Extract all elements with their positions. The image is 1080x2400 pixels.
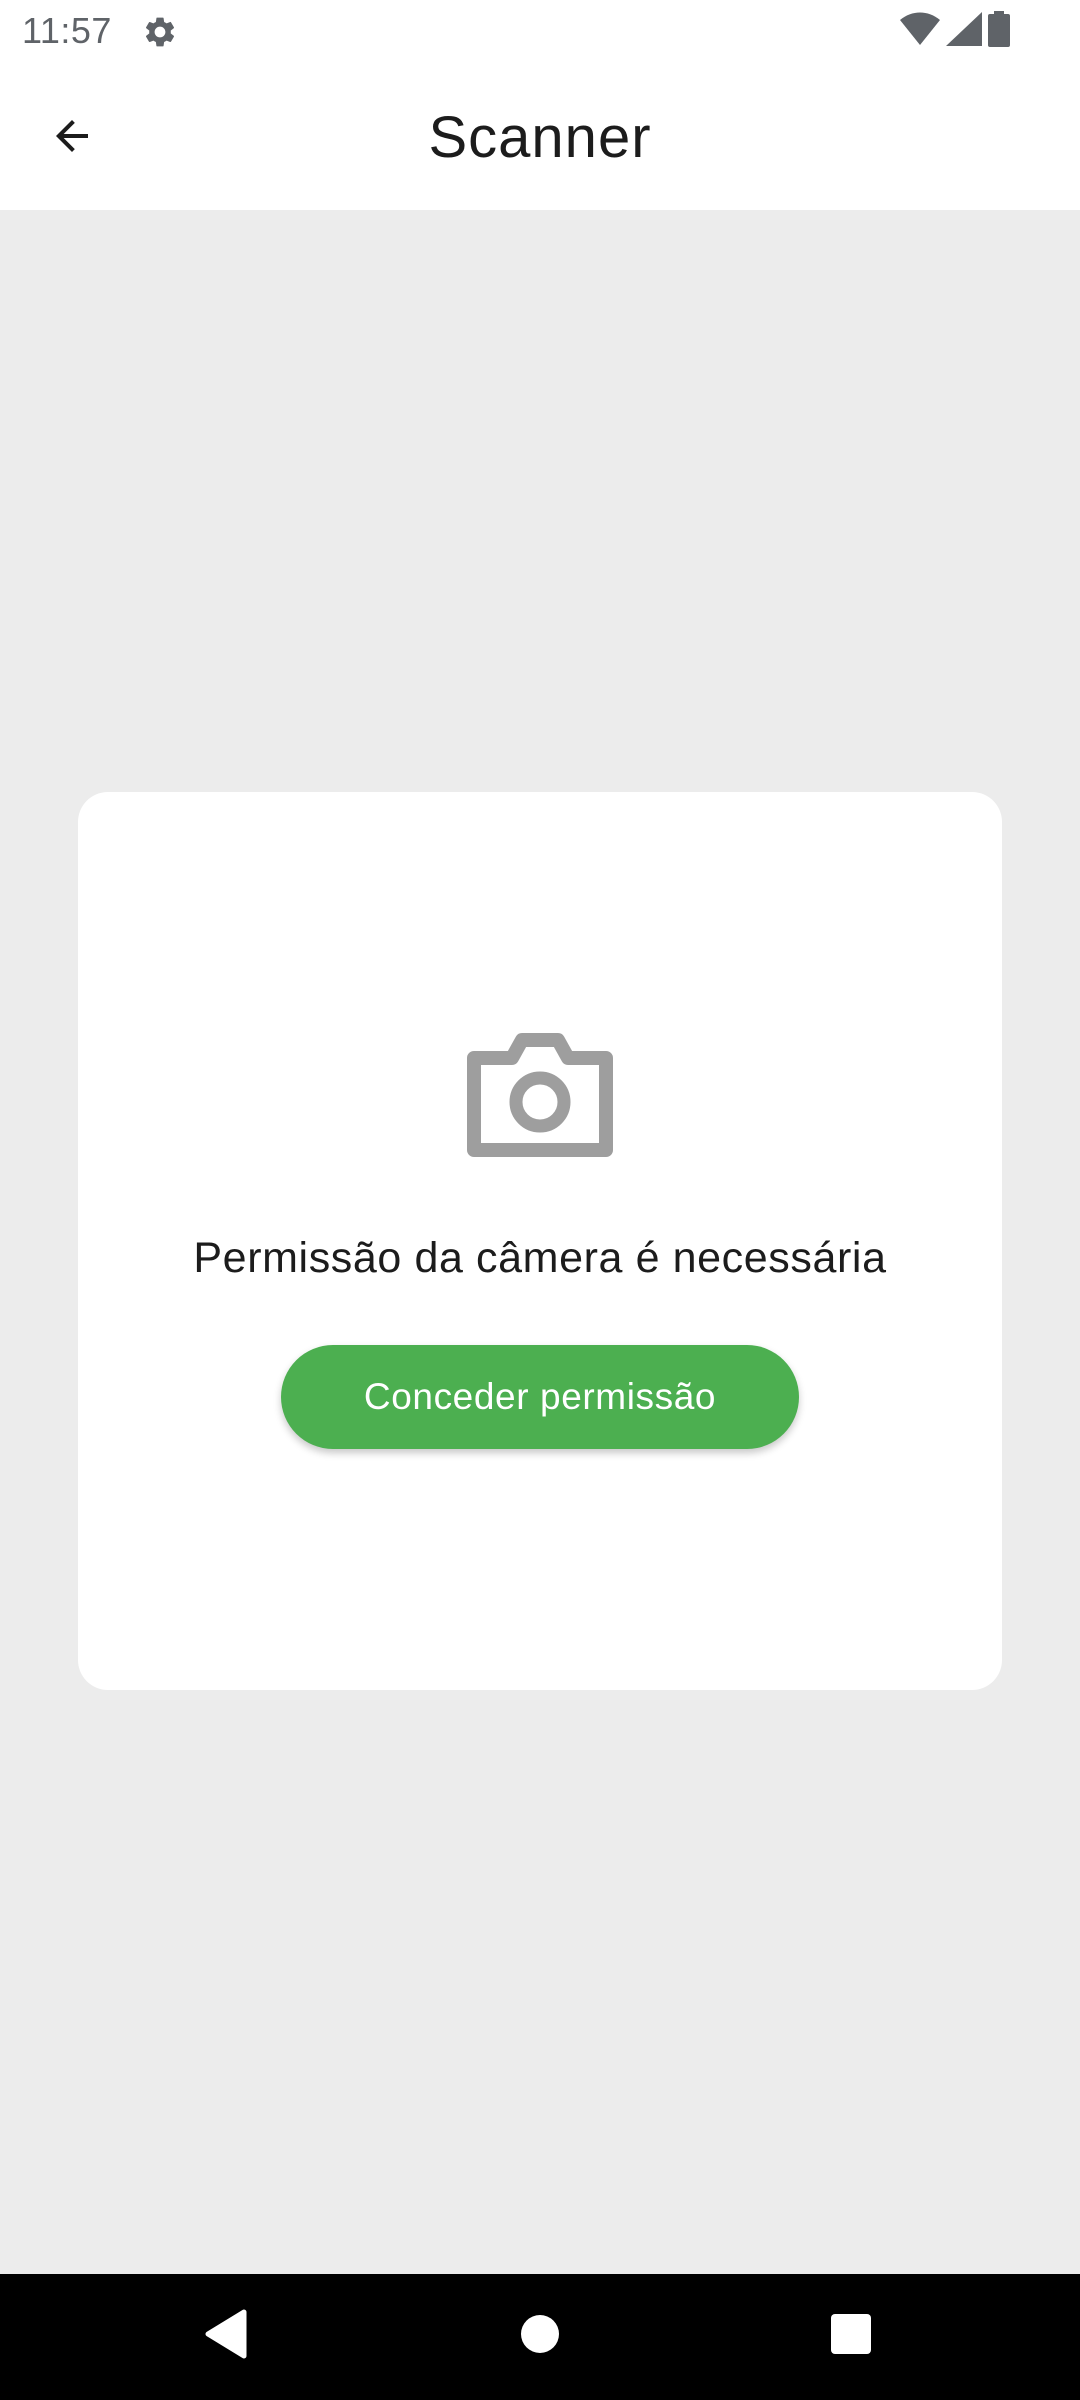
settings-icon <box>142 14 178 50</box>
app-bar: Scanner <box>0 62 1080 210</box>
grant-permission-button[interactable]: Conceder permissão <box>281 1345 799 1449</box>
wifi-icon <box>900 12 940 51</box>
back-triangle-icon <box>204 2309 248 2364</box>
nav-home-button[interactable] <box>504 2300 576 2372</box>
home-circle-icon <box>520 2314 560 2359</box>
nav-back-button[interactable] <box>190 2300 262 2372</box>
system-nav-bar <box>0 2274 1080 2400</box>
status-bar: 11:57 <box>0 0 1080 62</box>
signal-icon <box>946 11 982 51</box>
page-title: Scanner <box>428 105 652 170</box>
status-time: 11:57 <box>22 10 112 51</box>
nav-recents-button[interactable] <box>815 2300 887 2372</box>
recents-square-icon <box>831 2313 871 2359</box>
battery-icon <box>988 10 1010 52</box>
permission-card: Permissão da câmera é necessária Concede… <box>78 792 1002 1690</box>
status-icons <box>900 10 1010 52</box>
permission-message: Permissão da câmera é necessária <box>193 1234 887 1282</box>
